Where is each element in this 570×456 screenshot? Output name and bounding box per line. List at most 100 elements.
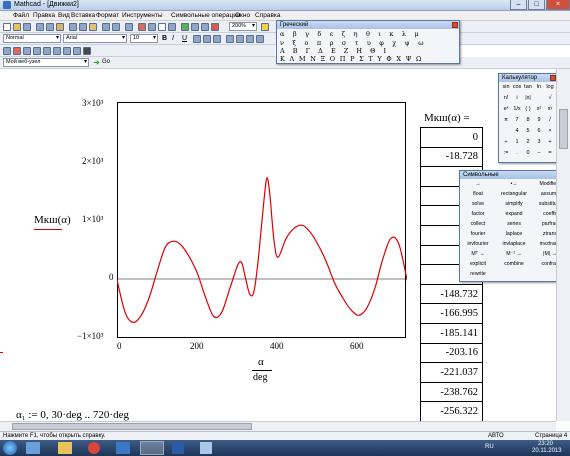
calc-key[interactable]: 4 xyxy=(512,128,522,134)
symbolic-item[interactable]: series xyxy=(494,221,534,227)
scroll-thumb[interactable] xyxy=(12,423,252,430)
calc-key[interactable]: + xyxy=(545,139,555,145)
symbolic-item[interactable]: rectangular xyxy=(494,191,534,197)
menu-window[interactable]: Окно xyxy=(235,12,250,19)
calc-key[interactable]: π xyxy=(501,117,511,123)
spellcheck-icon[interactable] xyxy=(56,23,64,31)
redo-icon[interactable] xyxy=(112,23,120,31)
insert-component-icon[interactable] xyxy=(191,23,199,31)
subscript-icon[interactable] xyxy=(246,35,254,43)
menu-file[interactable]: Файл xyxy=(13,12,29,19)
zoom-select[interactable]: 200% xyxy=(229,22,257,31)
language-indicator[interactable]: RU xyxy=(485,444,494,450)
greek-row-4[interactable]: Κ Λ Μ Ν Ξ Ο Π Ρ Σ Τ Υ Φ Χ Ψ Ω xyxy=(280,55,423,63)
programming-toolbar-icon[interactable] xyxy=(63,47,71,55)
symbolic-item[interactable]: solve xyxy=(458,201,498,207)
align-left-icon[interactable] xyxy=(193,35,201,43)
calc-key[interactable]: cos xyxy=(512,84,522,90)
symbolic-item[interactable]: simplify xyxy=(494,201,534,207)
calculate-icon[interactable] xyxy=(181,23,189,31)
bold-button[interactable]: B xyxy=(162,35,167,42)
calc-key[interactable]: i xyxy=(512,95,522,101)
style-select[interactable]: Normal xyxy=(3,34,61,43)
align-right-icon[interactable] xyxy=(213,35,221,43)
calc-key[interactable]: tan xyxy=(523,84,533,90)
calc-key[interactable]: sin xyxy=(501,84,511,90)
go-button[interactable]: Go xyxy=(102,59,110,65)
greek-row-3[interactable]: Α Β Γ Δ Ε Ζ Η Θ Ι xyxy=(280,47,389,55)
calc-key[interactable]: x² xyxy=(534,106,544,112)
symbolic-toolbar-icon[interactable] xyxy=(83,47,91,55)
insert-matrix-icon[interactable] xyxy=(148,23,156,31)
underline-button[interactable]: U xyxy=(182,35,187,42)
symbolic-item[interactable]: laplace xyxy=(494,231,534,237)
calc-key[interactable]: ( ) xyxy=(523,106,533,112)
minimize-button[interactable]: – xyxy=(510,0,527,10)
taskbar-app-mathcad[interactable] xyxy=(140,441,164,455)
menu-format[interactable]: Формат xyxy=(96,12,119,19)
boolean-toolbar-icon[interactable] xyxy=(53,47,61,55)
menu-help[interactable]: Справка xyxy=(255,12,281,19)
help-icon[interactable] xyxy=(261,23,269,31)
calc-key[interactable]: ÷ xyxy=(501,139,511,145)
symbolic-item[interactable]: rewrite xyxy=(458,271,498,277)
calc-key[interactable]: √ xyxy=(545,95,555,101)
close-icon[interactable] xyxy=(452,22,458,28)
taskbar-app-word[interactable] xyxy=(172,442,184,454)
symbolic-item[interactable]: invlaplace xyxy=(494,241,534,247)
calculus-toolbar-icon[interactable] xyxy=(43,47,51,55)
symbolic-item[interactable]: •→ xyxy=(494,181,534,187)
calc-key[interactable]: . xyxy=(512,150,522,156)
greek-toolbar-icon[interactable] xyxy=(73,47,81,55)
calc-key[interactable]: 0 xyxy=(523,150,533,156)
calc-key[interactable]: n! xyxy=(501,95,511,101)
taskbar-app-media[interactable] xyxy=(116,442,130,454)
matrix-toolbar-icon[interactable] xyxy=(23,47,31,55)
save-icon[interactable] xyxy=(23,23,31,31)
symbolic-item[interactable]: M⁻¹ → xyxy=(494,251,534,257)
eval-toolbar-icon[interactable] xyxy=(33,47,41,55)
scroll-thumb[interactable] xyxy=(559,109,568,149)
calc-key[interactable]: 9 xyxy=(534,117,544,123)
insert-graph-icon[interactable] xyxy=(138,23,146,31)
calc-key[interactable]: eˣ xyxy=(501,106,511,112)
align-icon[interactable] xyxy=(125,23,133,31)
calc-key[interactable]: 7 xyxy=(512,117,522,123)
taskbar-app-paint[interactable] xyxy=(200,442,212,454)
copy-icon[interactable] xyxy=(79,23,87,31)
preview-icon[interactable] xyxy=(46,23,54,31)
superscript-icon[interactable] xyxy=(256,35,264,43)
undo-icon[interactable] xyxy=(102,23,110,31)
graph-toolbar-icon[interactable] xyxy=(13,47,21,55)
stop-icon[interactable] xyxy=(211,23,219,31)
symbolic-item[interactable]: collect xyxy=(458,221,498,227)
symbolic-item[interactable]: invfourier xyxy=(458,241,498,247)
taskbar-app-folder[interactable] xyxy=(58,442,72,454)
symbolic-item[interactable]: factor xyxy=(458,211,498,217)
calc-key[interactable]: log xyxy=(545,84,555,90)
calc-key[interactable]: 1 xyxy=(512,139,522,145)
calc-key[interactable]: 8 xyxy=(523,117,533,123)
numbering-icon[interactable] xyxy=(236,35,244,43)
symbolic-item[interactable]: Mᵀ → xyxy=(458,251,498,257)
symbolic-item[interactable]: fourier xyxy=(458,231,498,237)
calc-key[interactable]: 2 xyxy=(523,139,533,145)
cut-icon[interactable] xyxy=(69,23,77,31)
calc-key[interactable]: 6 xyxy=(534,128,544,134)
calc-key[interactable]: / xyxy=(545,117,555,123)
calc-key[interactable]: ln xyxy=(534,84,544,90)
start-button[interactable] xyxy=(3,441,17,455)
greek-row-1[interactable]: α β γ δ ε ζ η θ ι κ λ μ xyxy=(280,30,422,38)
paste-icon[interactable] xyxy=(89,23,97,31)
symbolic-item[interactable]: → xyxy=(458,181,498,187)
calc-key[interactable]: 1/x xyxy=(512,106,522,112)
web-address-select[interactable]: Мой веб-узел xyxy=(3,58,89,67)
menu-view[interactable]: Вид xyxy=(58,12,70,19)
calc-key[interactable]: 3 xyxy=(534,139,544,145)
new-icon[interactable] xyxy=(3,23,11,31)
print-icon[interactable] xyxy=(36,23,44,31)
taskbar-app-chrome[interactable] xyxy=(88,442,100,454)
insert-function-icon[interactable] xyxy=(158,23,166,31)
symbolic-item[interactable]: expand xyxy=(494,211,534,217)
menu-symbolics[interactable]: Символьные операции xyxy=(171,12,240,19)
